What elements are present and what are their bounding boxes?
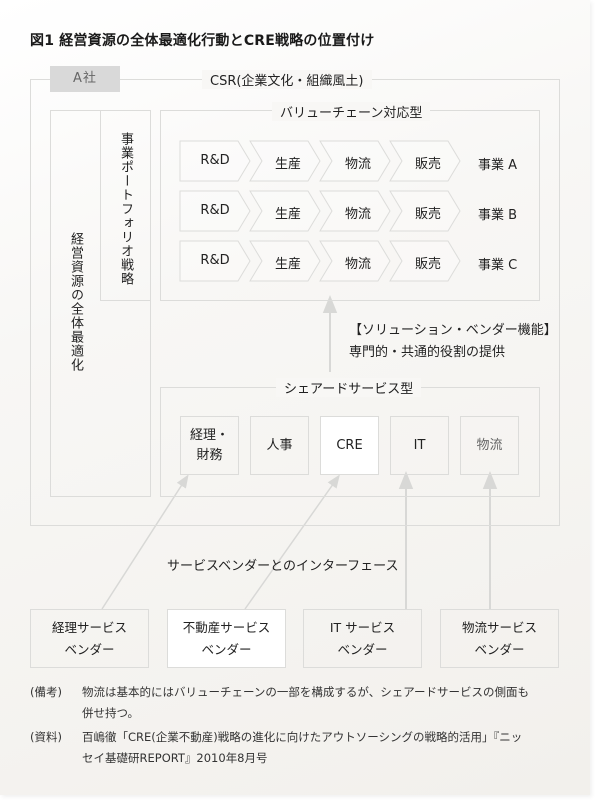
csr-label: CSR(企業文化・組織風土): [202, 70, 372, 89]
value-chain-step-label: 生産: [274, 157, 301, 172]
value-chain-step-label: 生産: [274, 207, 301, 222]
shared-service-it: IT: [390, 416, 449, 475]
note-source-line: セイ基礎研REPORT』2010年8月号: [82, 751, 268, 765]
shared-service-hr: 人事: [250, 416, 309, 475]
value-chain-step-label: R&D: [200, 253, 230, 268]
value-chain-step-label: 物流: [344, 207, 371, 222]
shared-service-cre: CRE: [320, 416, 379, 475]
note-source-key: (資料): [30, 730, 62, 744]
business-label: 事業 A: [478, 158, 518, 173]
note-remarks-line: 物流は基本的にはバリューチェーンの一部を構成するが、シェアードサービスの側面も: [82, 685, 530, 699]
shared-service-accounting: 経理・ 財務: [180, 416, 239, 475]
value-chain-step-label: 販売: [414, 157, 441, 172]
shared-service-logistics: 物流: [460, 416, 519, 475]
value-chain-step-label: R&D: [200, 153, 230, 168]
shared-services-label: シェアードサービス型: [276, 378, 422, 397]
vendor-it: IT サービス ベンダー: [303, 609, 422, 668]
note-source-line: 百嶋徹「CRE(企業不動産)戦略の進化に向けたアウトソーシングの戦略的活用」『ニ…: [82, 730, 523, 744]
company-tag: A社: [50, 66, 120, 92]
solution-vendor-title: 【ソリューション・ベンダー機能】: [349, 323, 557, 338]
value-chain-step-label: 生産: [274, 257, 301, 272]
vendor-real-estate: 不動産サービス ベンダー: [167, 609, 286, 668]
business-label: 事業 B: [478, 208, 518, 223]
value-chain-step-label: 販売: [414, 257, 441, 272]
vendor-accounting: 経理サービス ベンダー: [30, 609, 149, 668]
value-chain-step-label: 物流: [344, 257, 371, 272]
note-remarks-line: 併せ持つ。: [82, 706, 140, 720]
portfolio-strategy-label: 事業ポートフォリオ戦略: [118, 132, 133, 286]
value-chain-step-label: R&D: [200, 203, 230, 218]
resource-optimization-label: 経営資源の全体最適化: [68, 232, 83, 372]
value-chain-step-label: 販売: [414, 207, 441, 222]
note-remarks-key: (備考): [30, 685, 62, 699]
interface-label: サービスベンダーとのインターフェース: [167, 559, 399, 574]
value-chain-step-label: 物流: [344, 157, 371, 172]
solution-vendor-text: 【ソリューション・ベンダー機能】 専門的・共通的役割の提供: [349, 320, 557, 364]
business-label: 事業 C: [478, 258, 518, 273]
value-chain-label: バリューチェーン対応型: [272, 102, 431, 121]
vendor-logistics: 物流サービス ベンダー: [440, 609, 559, 668]
solution-vendor-desc: 専門的・共通的役割の提供: [349, 345, 506, 360]
